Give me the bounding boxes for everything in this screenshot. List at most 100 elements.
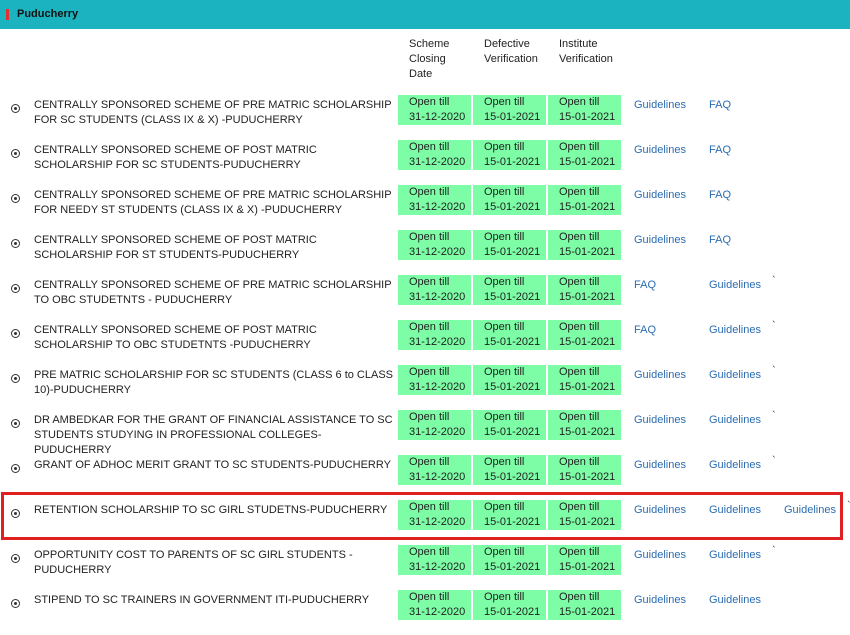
stray-tick-mark: `: [772, 365, 776, 377]
closing-status-cell: Open till 31-12-2020: [398, 140, 471, 170]
status-text: Open till: [559, 276, 600, 288]
faq-link[interactable]: FAQ: [709, 233, 731, 248]
status-text: Open till: [484, 186, 525, 198]
status-date: 15-01-2021: [484, 336, 541, 348]
scheme-row: CENTRALLY SPONSORED SCHEME OF PRE MATRIC…: [0, 185, 850, 230]
state-header: Puducherry: [0, 0, 850, 29]
scheme-radio-button[interactable]: [11, 464, 20, 473]
guidelines-link[interactable]: Guidelines: [709, 413, 761, 428]
scheme-name: GRANT OF ADHOC MERIT GRANT TO SC STUDENT…: [34, 459, 391, 471]
scheme-radio-button[interactable]: [11, 284, 20, 293]
scheme-radio-button[interactable]: [11, 554, 20, 563]
scheme-name: CENTRALLY SPONSORED SCHEME OF PRE MATRIC…: [34, 99, 392, 126]
status-text: Open till: [409, 456, 450, 468]
faq-link[interactable]: FAQ: [634, 323, 656, 338]
guidelines-link[interactable]: Guidelines: [709, 278, 761, 293]
status-date: 15-01-2021: [559, 426, 616, 438]
status-text: Open till: [484, 141, 525, 153]
scheme-radio-button[interactable]: [11, 149, 20, 158]
guidelines-link[interactable]: Guidelines: [634, 188, 686, 203]
guidelines-link[interactable]: Guidelines: [634, 368, 686, 383]
status-date: 15-01-2021: [559, 201, 616, 213]
status-text: Open till: [559, 456, 600, 468]
closing-status-cell: Open till 31-12-2020: [398, 185, 471, 215]
guidelines-link[interactable]: Guidelines: [634, 98, 686, 113]
scheme-radio-button[interactable]: [11, 419, 20, 428]
defective-status-cell: Open till 15-01-2021: [473, 455, 546, 485]
scheme-name: CENTRALLY SPONSORED SCHEME OF POST MATRI…: [34, 324, 317, 351]
guidelines-link[interactable]: Guidelines: [634, 233, 686, 248]
status-text: Open till: [409, 591, 450, 603]
defective-status-cell: Open till 15-01-2021: [473, 365, 546, 395]
defective-status-cell: Open till 15-01-2021: [473, 230, 546, 260]
scheme-row: PRE MATRIC SCHOLARSHIP FOR SC STUDENTS (…: [0, 365, 850, 410]
column-header-defective-verification: Defective Verification: [484, 37, 538, 67]
status-date: 15-01-2021: [484, 606, 541, 618]
defective-status-cell: Open till 15-01-2021: [473, 545, 546, 575]
faq-link[interactable]: FAQ: [709, 98, 731, 113]
status-date: 15-01-2021: [559, 111, 616, 123]
status-date: 15-01-2021: [484, 111, 541, 123]
column-header-line: Institute: [559, 38, 598, 50]
guidelines-link[interactable]: Guidelines: [634, 593, 686, 608]
faq-link[interactable]: FAQ: [709, 143, 731, 158]
selected-row-highlight: [1, 492, 843, 540]
guidelines-link[interactable]: Guidelines: [634, 458, 686, 473]
closing-status-cell: Open till 31-12-2020: [398, 95, 471, 125]
scheme-radio-button[interactable]: [11, 194, 20, 203]
institute-status-cell: Open till 15-01-2021: [548, 455, 621, 485]
scheme-radio-button[interactable]: [11, 329, 20, 338]
scheme-radio-button[interactable]: [11, 374, 20, 383]
status-text: Open till: [559, 366, 600, 378]
status-date: 15-01-2021: [559, 336, 616, 348]
status-date: 31-12-2020: [409, 381, 466, 393]
status-text: Open till: [409, 141, 450, 153]
scheme-row: DR AMBEDKAR FOR THE GRANT OF FINANCIAL A…: [0, 410, 850, 456]
scheme-name: DR AMBEDKAR FOR THE GRANT OF FINANCIAL A…: [34, 414, 393, 456]
state-marker-icon: [6, 9, 9, 20]
faq-link[interactable]: FAQ: [709, 188, 731, 203]
scheme-radio-button[interactable]: [11, 599, 20, 608]
status-text: Open till: [409, 411, 450, 423]
guidelines-link[interactable]: Guidelines: [634, 548, 686, 563]
status-date: 31-12-2020: [409, 606, 466, 618]
guidelines-link[interactable]: Guidelines: [709, 593, 761, 608]
scheme-radio-button[interactable]: [11, 104, 20, 113]
guidelines-link[interactable]: Guidelines: [634, 143, 686, 158]
guidelines-link[interactable]: Guidelines: [709, 548, 761, 563]
status-text: Open till: [484, 321, 525, 333]
scheme-name: STIPEND TO SC TRAINERS IN GOVERNMENT ITI…: [34, 594, 370, 606]
stray-tick-mark: `: [772, 410, 776, 422]
stray-tick-mark: `: [772, 545, 776, 557]
scheme-row: CENTRALLY SPONSORED SCHEME OF POST MATRI…: [0, 320, 850, 365]
institute-status-cell: Open till 15-01-2021: [548, 320, 621, 350]
stray-tick-mark: `: [772, 320, 776, 332]
column-header-line: Date: [409, 68, 433, 80]
status-text: Open till: [559, 591, 600, 603]
status-date: 15-01-2021: [559, 561, 616, 573]
guidelines-link[interactable]: Guidelines: [634, 413, 686, 428]
scheme-radio-button[interactable]: [11, 239, 20, 248]
status-text: Open till: [559, 321, 600, 333]
status-date: 15-01-2021: [559, 606, 616, 618]
status-text: Open till: [409, 96, 450, 108]
status-date: 31-12-2020: [409, 336, 466, 348]
status-text: Open till: [484, 276, 525, 288]
column-header-line: Closing: [409, 53, 446, 65]
guidelines-link[interactable]: Guidelines: [709, 368, 761, 383]
institute-status-cell: Open till 15-01-2021: [548, 95, 621, 125]
closing-status-cell: Open till 31-12-2020: [398, 365, 471, 395]
status-date: 15-01-2021: [484, 246, 541, 258]
status-text: Open till: [409, 231, 450, 243]
status-text: Open till: [409, 321, 450, 333]
stray-tick-mark: `: [772, 275, 776, 287]
faq-link[interactable]: FAQ: [634, 278, 656, 293]
institute-status-cell: Open till 15-01-2021: [548, 185, 621, 215]
guidelines-link[interactable]: Guidelines: [709, 323, 761, 338]
status-text: Open till: [559, 141, 600, 153]
status-date: 15-01-2021: [559, 246, 616, 258]
status-date: 15-01-2021: [559, 381, 616, 393]
guidelines-link[interactable]: Guidelines: [709, 458, 761, 473]
scheme-name: CENTRALLY SPONSORED SCHEME OF POST MATRI…: [34, 234, 317, 261]
status-text: Open till: [559, 411, 600, 423]
